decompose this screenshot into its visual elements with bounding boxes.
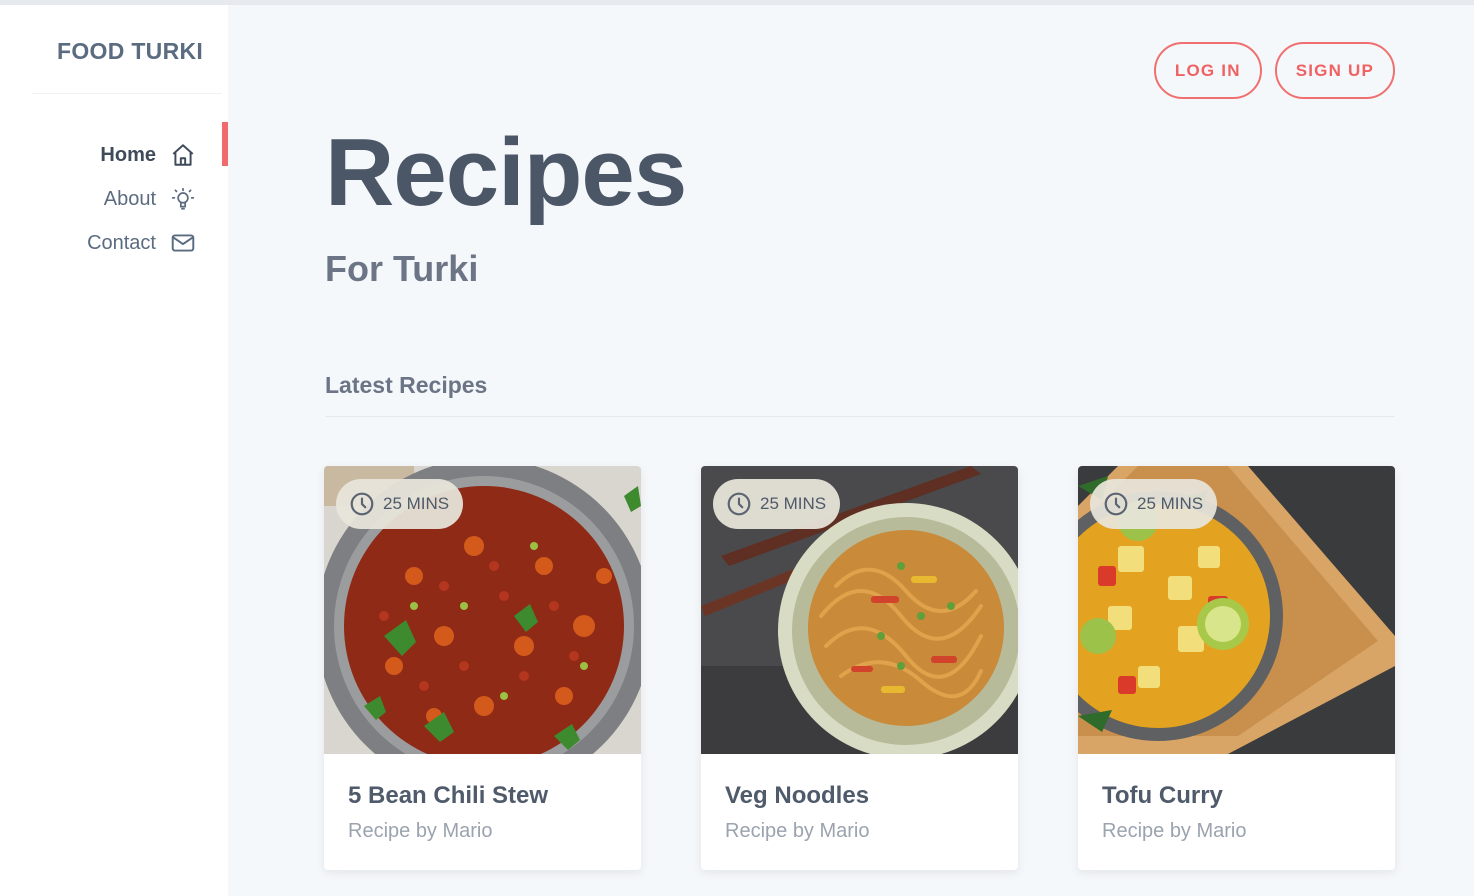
section-divider xyxy=(325,416,1395,417)
recipe-author: Recipe by Mario xyxy=(725,820,870,842)
cook-time-badge: 25 MINS xyxy=(713,479,841,529)
sidebar-item-label: Home xyxy=(100,143,156,166)
home-icon xyxy=(170,142,196,168)
cook-time-badge: 25 MINS xyxy=(336,479,464,529)
recipe-title: 5 Bean Chili Stew xyxy=(348,782,549,809)
signup-button[interactable]: SIGN UP xyxy=(1274,42,1395,99)
chili-stew-photo: 25 MINS xyxy=(324,466,641,754)
lightbulb-icon xyxy=(170,186,196,212)
auth-buttons: LOG IN SIGN UP xyxy=(1153,42,1395,99)
sidebar-item-label: About xyxy=(103,187,156,210)
veg-noodles-photo: 25 MINS xyxy=(701,466,1018,754)
sidebar-item-contact[interactable]: Contact xyxy=(87,221,196,265)
sidebar-nav: Home About Contact xyxy=(87,133,196,265)
sidebar-item-label: Contact xyxy=(87,231,156,254)
recipe-list: 25 MINS 5 Bean Chili Stew Recipe by Mari… xyxy=(324,466,1395,870)
recipe-author: Recipe by Mario xyxy=(1102,820,1247,842)
clock-icon xyxy=(1103,491,1129,517)
brand-divider xyxy=(32,93,222,94)
brand-logo[interactable]: FOOD TURKI xyxy=(57,38,203,65)
page-title: Recipes xyxy=(325,119,687,226)
page-subtitle: For Turki xyxy=(325,248,479,289)
cook-time: 25 MINS xyxy=(1137,494,1204,513)
recipe-title: Tofu Curry xyxy=(1102,782,1223,809)
active-nav-indicator xyxy=(222,122,228,166)
clock-icon xyxy=(726,491,752,517)
recipe-title: Veg Noodles xyxy=(725,782,870,809)
tofu-curry-photo: 25 MINS xyxy=(1078,466,1395,754)
section-heading: Latest Recipes xyxy=(325,372,488,398)
cook-time-badge: 25 MINS xyxy=(1090,479,1218,529)
clock-icon xyxy=(349,491,375,517)
recipe-card[interactable]: 25 MINS Veg Noodles Recipe by Mario xyxy=(701,466,1018,870)
mail-icon xyxy=(170,230,196,256)
cook-time: 25 MINS xyxy=(383,494,450,513)
login-button[interactable]: LOG IN xyxy=(1153,42,1262,99)
sidebar: FOOD TURKI Home About Contact xyxy=(0,5,228,896)
recipe-card[interactable]: 25 MINS Tofu Curry Recipe by Mario xyxy=(1078,466,1395,870)
recipe-card[interactable]: 25 MINS 5 Bean Chili Stew Recipe by Mari… xyxy=(324,466,641,870)
sidebar-item-about[interactable]: About xyxy=(87,177,196,221)
sidebar-item-home[interactable]: Home xyxy=(87,133,196,177)
cook-time: 25 MINS xyxy=(760,494,827,513)
recipe-author: Recipe by Mario xyxy=(348,820,493,842)
